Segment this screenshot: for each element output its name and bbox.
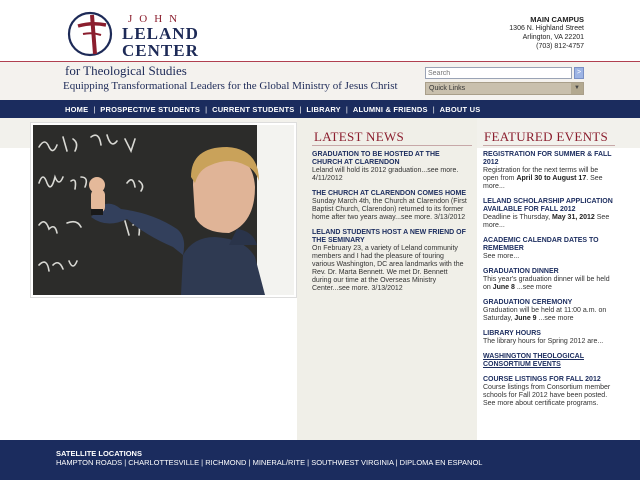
event-title[interactable]: LIBRARY HOURS <box>483 330 615 338</box>
campus-title: MAIN CAMPUS <box>530 15 584 24</box>
nav-home[interactable]: HOME <box>65 105 88 114</box>
event-item: LIBRARY HOURS The library hours for Spri… <box>483 330 615 346</box>
chevron-down-icon[interactable]: ▼ <box>571 83 583 94</box>
featured-events-list: REGISTRATION FOR SUMMER & FALL 2012 Regi… <box>483 151 615 415</box>
campus-street: 1306 N. Highland Street <box>509 25 584 32</box>
event-item: REGISTRATION FOR SUMMER & FALL 2012 Regi… <box>483 151 615 191</box>
logo-subtitle: for Theological Studies <box>65 63 187 78</box>
logo-center: CENTER <box>122 41 199 60</box>
event-title[interactable]: WASHINGTON THEOLOGICAL CONSORTIUM EVENTS <box>483 353 615 369</box>
satellite-locations-links[interactable]: HAMPTON ROADS | CHARLOTTESVILLE | RICHMO… <box>56 458 640 468</box>
news-item-title[interactable]: THE CHURCH AT CLARENDON COMES HOME <box>312 190 468 198</box>
event-title[interactable]: GRADUATION CEREMONY <box>483 299 615 307</box>
feature-photo[interactable] <box>30 122 297 298</box>
nav-current-students[interactable]: CURRENT STUDENTS <box>212 105 294 114</box>
nav-prospective-students[interactable]: PROSPECTIVE STUDENTS <box>100 105 200 114</box>
search-input[interactable] <box>425 67 572 79</box>
news-item-body: On February 23, a variety of Leland comm… <box>312 245 464 292</box>
feature-photo-image <box>33 125 294 295</box>
event-body: The library hours for Spring 2012 are... <box>483 338 604 345</box>
main-campus-address: MAIN CAMPUS 1306 N. Highland Street Arli… <box>509 15 584 51</box>
nav-separator: | <box>93 104 96 114</box>
nav-separator: | <box>299 104 302 114</box>
news-heading-rule <box>312 145 472 146</box>
featured-events-heading: FEATURED EVENTS <box>484 129 609 144</box>
quick-links-label: Quick Links <box>429 85 466 92</box>
logo-wordmark[interactable]: JOHN LELAND CENTER <box>122 13 199 59</box>
event-body: Course listings from Consortium member s… <box>483 384 611 407</box>
event-item: LELAND SCHOLARSHIP APPLICATION AVAILABLE… <box>483 198 615 230</box>
logo-leland: LELAND <box>122 24 199 43</box>
event-item: ACADEMIC CALENDAR DATES TO REMEMBER See … <box>483 237 615 261</box>
campus-phone: (703) 812-4757 <box>536 43 584 50</box>
nav-separator: | <box>432 104 435 114</box>
nav-separator: | <box>205 104 208 114</box>
site-header: JOHN LELAND CENTER MAIN CAMPUS 1306 N. H… <box>0 0 640 100</box>
news-item: GRADUATION TO BE HOSTED AT THE CHURCH AT… <box>312 151 468 183</box>
event-body: Deadline is Thursday, May 31, 2012 See m… <box>483 214 610 229</box>
event-title[interactable]: LELAND SCHOLARSHIP APPLICATION AVAILABLE… <box>483 198 615 214</box>
satellite-locations-heading: SATELLITE LOCATIONS <box>56 449 142 458</box>
search-button[interactable]: > <box>574 67 584 79</box>
nav-alumni-friends[interactable]: ALUMNI & FRIENDS <box>353 105 428 114</box>
main-nav: HOME | PROSPECTIVE STUDENTS | CURRENT ST… <box>0 100 640 118</box>
site-footer: SATELLITE LOCATIONS HAMPTON ROADS | CHAR… <box>0 440 640 480</box>
latest-news-heading: LATEST NEWS <box>314 129 405 144</box>
event-item: COURSE LISTINGS FOR FALL 2012 Course lis… <box>483 376 615 408</box>
event-title[interactable]: ACADEMIC CALENDAR DATES TO REMEMBER <box>483 237 615 253</box>
tagline: Equipping Transformational Leaders for t… <box>63 80 398 92</box>
event-body: Graduation will be held at 11:00 a.m. on… <box>483 307 607 322</box>
quick-links-select[interactable]: Quick Links ▼ <box>425 82 584 95</box>
news-item: LELAND STUDENTS HOST A NEW FRIEND OF THE… <box>312 229 468 293</box>
event-body: This year's graduation dinner will be he… <box>483 276 610 291</box>
events-heading-rule <box>483 145 615 146</box>
news-item: THE CHURCH AT CLARENDON COMES HOME Sunda… <box>312 190 468 222</box>
event-title[interactable]: REGISTRATION FOR SUMMER & FALL 2012 <box>483 151 615 167</box>
event-item: GRADUATION CEREMONY Graduation will be h… <box>483 299 615 323</box>
news-item-title[interactable]: LELAND STUDENTS HOST A NEW FRIEND OF THE… <box>312 229 468 245</box>
event-body: Registration for the next terms will be … <box>483 167 603 190</box>
logo-cross-icon[interactable] <box>66 10 118 58</box>
nav-library[interactable]: LIBRARY <box>306 105 340 114</box>
event-item: GRADUATION DINNER This year's graduation… <box>483 268 615 292</box>
campus-city: Arlington, VA 22201 <box>522 34 584 41</box>
event-title[interactable]: GRADUATION DINNER <box>483 268 615 276</box>
event-body: See more... <box>483 253 520 260</box>
latest-news-list: GRADUATION TO BE HOSTED AT THE CHURCH AT… <box>312 151 468 300</box>
news-item-body: Sunday March 4th, the Church at Clarendo… <box>312 198 467 221</box>
nav-separator: | <box>345 104 348 114</box>
nav-about-us[interactable]: ABOUT US <box>440 105 481 114</box>
event-title[interactable]: COURSE LISTINGS FOR FALL 2012 <box>483 376 615 384</box>
event-item: WASHINGTON THEOLOGICAL CONSORTIUM EVENTS <box>483 353 615 369</box>
news-item-title[interactable]: GRADUATION TO BE HOSTED AT THE CHURCH AT… <box>312 151 468 167</box>
news-item-body: Leland will hold its 2012 graduation...s… <box>312 167 459 182</box>
